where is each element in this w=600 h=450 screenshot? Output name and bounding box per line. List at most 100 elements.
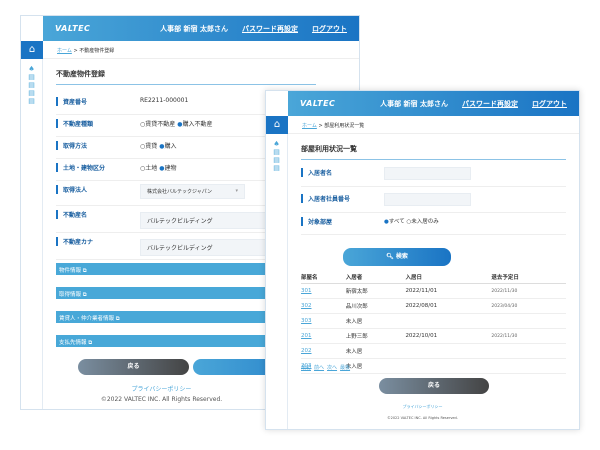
page-prev[interactable]: 前へ [314,365,324,371]
password-reset-link[interactable]: パスワード再設定 [242,24,298,34]
asset-number: RE2211-000001 [140,97,189,104]
breadcrumb-home[interactable]: ホーム [57,48,72,54]
move-out-cell [491,358,566,374]
logo: VALTEC [300,99,336,108]
move-in-cell [405,343,492,359]
room-link[interactable]: 302 [301,298,346,314]
page-next[interactable]: 次へ [327,365,337,371]
page-last[interactable]: 最後 [340,365,350,371]
room-link[interactable]: 202 [301,343,346,359]
field-label: 不動産カナ [56,237,93,246]
document-icon[interactable]: ▤ ▤ ▤ [266,148,287,172]
pagination: 最初 前へ 次へ 最後 [301,364,353,371]
radio-label: 賃貸 [145,143,158,150]
move-in-cell [405,313,492,329]
sidebar: ⌂ ♠ ▤ ▤ ▤ [266,116,288,429]
table-row: 301 新宿太郎 2022/11/01 2022/11/30 [301,283,566,299]
user-name: 人事部 新宿 太郎さん [380,99,448,108]
table-row: 303 未入居 [301,313,566,329]
chevron-down-icon: ▾ [235,188,238,194]
copyright: ©2022 VALTEC INC. All Rights Reserved. [387,416,458,420]
table-header: 部屋名 入居者 入居日 退去予定日 [301,271,566,284]
page-title: 部屋利用状況一覧 [301,144,566,160]
room-link[interactable]: 303 [301,313,346,329]
breadcrumb-home[interactable]: ホーム [302,123,317,129]
sidebar: ⌂ ♠ ▤ ▤ ▤ ▤ [21,41,43,409]
column-header: 部屋名 [301,271,346,284]
building-icon[interactable]: ♠ [21,65,42,73]
field-label: 不動産種類 [56,119,93,128]
building-icon[interactable]: ♠ [266,140,287,148]
page-title: 不動産物件登録 [56,69,316,85]
radio-label: すべて [388,219,405,225]
move-in-cell: 2022/08/01 [405,298,492,314]
breadcrumb-current: 部屋利用状況一覧 [324,123,365,129]
move-out-cell: 2022/11/30 [491,283,566,299]
back-button[interactable]: 戻る [379,378,489,394]
field-label: 資産番号 [56,97,87,106]
employee-number-input[interactable] [384,193,471,206]
form-row: 入居者社員番号 [301,187,566,213]
field-label: 土地・建物区分 [56,163,105,172]
page-first[interactable]: 最初 [301,365,311,371]
resident-cell: 未入居 [345,313,406,329]
move-out-cell [491,343,566,359]
move-out-cell: 2022/11/30 [491,328,566,344]
resident-cell: 品川次郎 [345,298,406,314]
corporation-select[interactable]: 株式会社バルテックジャパン ▾ [140,184,245,199]
back-button[interactable]: 戻る [78,359,189,375]
logout-link[interactable]: ログアウト [532,99,567,109]
radio-label: 賃貸不動産 [145,121,176,128]
search-icon: 🔍︎ [386,253,394,260]
copyright: ©2022 VALTEC INC. All Rights Reserved. [100,396,223,403]
column-header: 入居日 [405,271,492,284]
logout-link[interactable]: ログアウト [312,24,347,34]
password-reset-link[interactable]: パスワード再設定 [462,99,518,109]
table-row: 202 未入居 [301,343,566,359]
logo: VALTEC [55,24,91,33]
header: VALTEC 人事部 新宿 太郎さん パスワード再設定 ログアウト [288,91,579,116]
field-label: 対象部屋 [301,217,332,226]
field-label: 入居者社員番号 [301,194,350,203]
column-header: 退去予定日 [491,271,566,284]
room-usage-window: ⌂ ♠ ▤ ▤ ▤ VALTEC 人事部 新宿 太郎さん パスワード再設定 ログアウ… [265,90,580,430]
header: VALTEC 人事部 新宿 太郎さん パスワード再設定 ログアウト [43,16,359,41]
radio-label: 土地 [145,165,158,172]
breadcrumb-current: 不動産物件登録 [79,48,115,54]
move-in-cell: 2022/11/01 [405,283,492,299]
radio-label: 建物 [164,165,177,172]
move-in-cell [405,358,492,374]
table-row: 201 上野三郎 2022/10/01 2022/11/30 [301,328,566,344]
radio-label: 未入居のみ [411,219,439,225]
move-out-cell: 2023/04/30 [491,298,566,314]
field-label: 取得法人 [56,185,87,194]
document-icon[interactable]: ▤ ▤ ▤ ▤ [21,73,42,105]
radio-label: 購入不動産 [182,121,213,128]
column-header: 入居者 [345,271,406,284]
resident-cell: 新宿太郎 [345,283,406,299]
field-label: 不動産名 [56,210,87,219]
field-label: 入居者名 [301,168,332,177]
field-label: 取得方法 [56,141,87,150]
breadcrumb: ホーム > 不動産物件登録 [43,41,359,59]
privacy-link[interactable]: プライバシーポリシー [59,384,264,393]
form-row: 対象部屋 ●すべて ○未入居のみ [301,213,566,235]
radio-label: 購入 [164,143,177,150]
rooms-table: 部屋名 入居者 入居日 退去予定日 301 新宿太郎 2022/11/01 2022/11/… [301,271,566,374]
search-button[interactable]: 🔍︎ 検索 [343,248,451,266]
room-link[interactable]: 301 [301,283,346,299]
move-out-cell [491,313,566,329]
resident-cell: 上野三郎 [345,328,406,344]
resident-cell: 未入居 [345,343,406,359]
home-icon[interactable]: ⌂ [21,41,43,59]
form-row: 入居者名 [301,161,566,187]
resident-name-input[interactable] [384,167,471,180]
home-icon[interactable]: ⌂ [266,116,288,134]
table-row: 302 品川次郎 2022/08/01 2023/04/30 [301,298,566,314]
move-in-cell: 2022/10/01 [405,328,492,344]
resident-cell: 未入居 [345,358,406,374]
room-link[interactable]: 201 [301,328,346,344]
privacy-link[interactable]: プライバシーポリシー [266,404,579,410]
breadcrumb: ホーム > 部屋利用状況一覧 [288,116,579,134]
user-name: 人事部 新宿 太郎さん [160,24,228,33]
